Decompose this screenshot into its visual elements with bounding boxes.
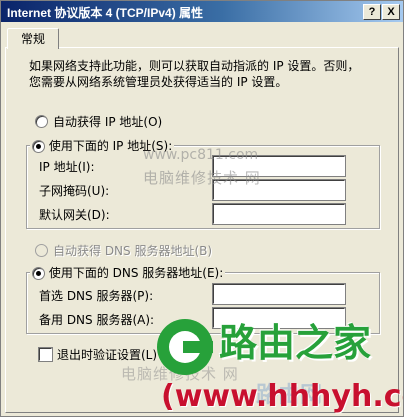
close-icon: X: [387, 6, 395, 18]
validate-settings-checkbox[interactable]: [39, 348, 52, 361]
auto-ip-radio[interactable]: [35, 115, 48, 128]
preferred-dns-octet-2: 168: [287, 303, 311, 304]
dot-icon: .: [273, 223, 287, 224]
preferred-dns-octet-1: 192: [249, 303, 273, 304]
dot-icon: .: [339, 303, 345, 304]
dot-icon: .: [311, 175, 325, 176]
watermark-site-subtitle: 电脑维修技术 网: [143, 169, 261, 187]
validate-settings-label[interactable]: 退出时验证设置(L): [57, 346, 157, 363]
manual-dns-radio[interactable]: [32, 267, 45, 280]
title-bar[interactable]: Internet 协议版本 4 (TCP/IPv4) 属性 ? X: [1, 1, 403, 22]
close-button[interactable]: X: [382, 4, 400, 20]
default-gateway-octet-3: 1: [325, 223, 339, 224]
hhhyh-logo-icon: [157, 319, 213, 375]
dot-icon: .: [339, 223, 345, 224]
preferred-dns-input[interactable]: 192.168.1.1: [213, 284, 345, 304]
ip-address-label: IP 地址(I):: [39, 160, 95, 174]
dot-icon: .: [273, 199, 287, 200]
help-button[interactable]: ?: [363, 4, 381, 20]
dot-icon: .: [311, 223, 325, 224]
default-gateway-octet-1: 192: [249, 223, 273, 224]
dot-icon: .: [273, 175, 287, 176]
dot-icon: .: [273, 303, 287, 304]
auto-ip-label[interactable]: 自动获得 IP 地址(O): [53, 113, 162, 130]
subnet-mask-octet-3: 255: [325, 199, 345, 200]
description-line-2: 您需要从网络系统管理员处获得适当的 IP 设置。: [29, 75, 288, 89]
help-icon: ?: [368, 6, 376, 18]
description-line-1: 如果网络支持此功能，则可以获取自动指派的 IP 设置。否则，: [29, 59, 360, 73]
watermark-url: (www.hhhyh.com): [161, 379, 403, 414]
ip-address-octet-3: 1: [325, 175, 339, 176]
subnet-mask-label: 子网掩码(U):: [39, 184, 110, 198]
preferred-dns-label: 首选 DNS 服务器(P):: [39, 289, 154, 303]
tab-general-label: 常规: [20, 32, 45, 46]
tcpip-properties-dialog: Internet 协议版本 4 (TCP/IPv4) 属性 ? X 常规 如果网…: [0, 0, 404, 417]
tab-general[interactable]: 常规: [7, 28, 59, 49]
preferred-dns-octet-3: 1: [325, 303, 339, 304]
ip-address-octet-2: 168: [287, 175, 311, 176]
logo-cut-bar: [183, 341, 213, 353]
auto-dns-radio[interactable]: [35, 244, 48, 257]
watermark-site-text: www.pc811.com: [143, 147, 259, 163]
manual-dns-option[interactable]: 使用下面的 DNS 服务器地址(E):: [30, 264, 226, 281]
default-gateway-label: 默认网关(D):: [39, 208, 110, 222]
manual-ip-radio[interactable]: [32, 140, 45, 153]
subnet-mask-octet-2: 255: [287, 199, 311, 200]
manual-dns-label[interactable]: 使用下面的 DNS 服务器地址(E):: [49, 266, 223, 280]
watermark-brand: 路由之家: [219, 321, 372, 365]
auto-dns-label[interactable]: 自动获得 DNS 服务器地址(B): [53, 242, 212, 259]
default-gateway-octet-2: 168: [287, 223, 311, 224]
description-text: 如果网络支持此功能，则可以获取自动指派的 IP 设置。否则， 您需要从网络系统管…: [29, 58, 369, 90]
subnet-mask-octet-1: 255: [249, 199, 273, 200]
dot-icon: .: [311, 303, 325, 304]
default-gateway-input[interactable]: 192.168.1.1: [213, 204, 345, 224]
alternate-dns-label: 备用 DNS 服务器(A):: [39, 313, 155, 327]
dot-icon: .: [339, 175, 345, 176]
window-title: Internet 协议版本 4 (TCP/IPv4) 属性: [7, 6, 204, 20]
dot-icon: .: [311, 199, 325, 200]
